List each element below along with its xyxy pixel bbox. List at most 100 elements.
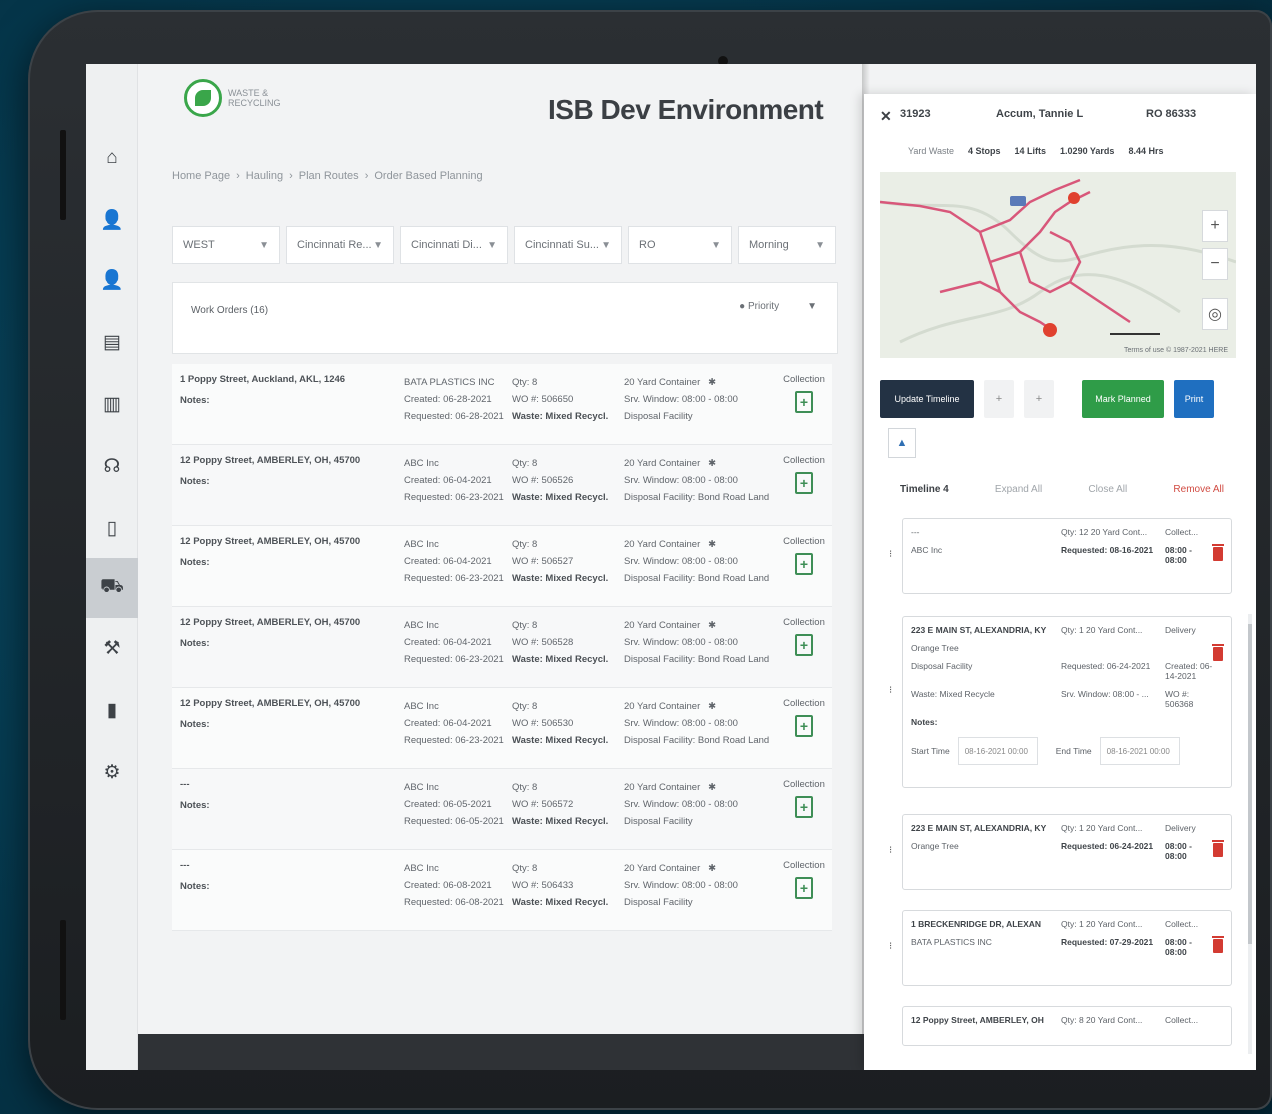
star-icon[interactable]: ✱ <box>708 620 716 631</box>
row-requested: Requested: 06-08-2021 <box>404 897 504 908</box>
row-address-cell: 12 Poppy Street, AMBERLEY, OH, 45700 Not… <box>172 607 400 687</box>
star-icon[interactable]: ✱ <box>708 701 716 712</box>
row-customer: ABC Inc <box>404 620 439 631</box>
table-row[interactable]: 12 Poppy Street, AMBERLEY, OH, 45700 Not… <box>172 688 832 769</box>
update-timeline-button[interactable]: Update Timeline <box>880 380 974 418</box>
drag-handle-icon[interactable]: ⁝ <box>889 941 892 952</box>
row-created: Created: 06-04-2021 <box>404 637 492 648</box>
main-content: WASTE & RECYCLING ISB Dev Environment Hom… <box>138 64 864 1034</box>
mark-planned-button[interactable]: Mark Planned <box>1082 380 1164 418</box>
drag-handle-icon[interactable]: ⁝ <box>889 845 892 856</box>
district-select[interactable]: Cincinnati Di... ▼ <box>400 226 508 264</box>
users-group-icon[interactable]: ⚙ <box>98 758 126 786</box>
zoom-in-button[interactable]: + <box>1202 210 1228 242</box>
row-customer: BATA PLASTICS INC <box>404 377 495 388</box>
timeline-card[interactable]: ⁝ --- Qty: 12 20 Yard Cont... Collect...… <box>889 518 1232 594</box>
row-customer-cell: BATA PLASTICS INC Created: 06-28-2021 Re… <box>400 364 508 444</box>
row-container: 20 Yard Container ✱ <box>624 782 717 793</box>
delete-icon[interactable] <box>1212 644 1224 661</box>
row-requested: Requested: 06-05-2021 <box>404 816 504 827</box>
table-row[interactable]: 12 Poppy Street, AMBERLEY, OH, 45700 Not… <box>172 445 832 526</box>
user-settings-icon[interactable]: 👤 <box>98 206 126 234</box>
delete-icon[interactable] <box>1212 840 1224 857</box>
row-type-cell: Collection + <box>776 445 832 525</box>
line-of-business-select[interactable]: RO ▼ <box>628 226 732 264</box>
shift-select[interactable]: Morning ▼ <box>738 226 836 264</box>
row-created: Created: 06-04-2021 <box>404 556 492 567</box>
star-icon[interactable]: ✱ <box>708 782 716 793</box>
delete-icon[interactable] <box>1212 544 1224 561</box>
clipboard-user-icon[interactable]: ▥ <box>98 390 126 418</box>
add-to-route-icon[interactable]: + <box>795 472 813 494</box>
document-icon[interactable]: ▤ <box>98 328 126 356</box>
move-down-button[interactable]: + <box>1024 380 1054 418</box>
route-map[interactable]: + − ◎ Terms of use © 1987-2021 HERE <box>880 172 1236 358</box>
add-to-route-icon[interactable]: + <box>795 796 813 818</box>
table-row[interactable]: 12 Poppy Street, AMBERLEY, OH, 45700 Not… <box>172 526 832 607</box>
row-customer: ABC Inc <box>404 701 439 712</box>
print-button[interactable]: Print <box>1174 380 1214 418</box>
star-icon[interactable]: ✱ <box>708 458 716 469</box>
route-code: RO 86333 <box>1146 108 1197 120</box>
drawer-scrollbar[interactable] <box>1248 614 1252 1054</box>
truck-icon[interactable]: ⛟ <box>86 558 138 618</box>
row-qty: Qty: 8 <box>512 620 538 631</box>
close-icon[interactable]: ✕ <box>880 108 900 125</box>
row-customer: ABC Inc <box>404 782 439 793</box>
breadcrumb-home[interactable]: Home Page <box>172 170 230 182</box>
volume-button <box>60 130 66 220</box>
market-select[interactable]: Cincinnati Re... ▼ <box>286 226 394 264</box>
table-row[interactable]: 12 Poppy Street, AMBERLEY, OH, 45700 Not… <box>172 607 832 688</box>
locate-button[interactable]: ◎ <box>1202 298 1228 330</box>
row-waste: Waste: Mixed Recycl. <box>512 573 609 584</box>
add-to-route-icon[interactable]: + <box>795 634 813 656</box>
row-created: Created: 06-08-2021 <box>404 880 492 891</box>
upload-icon[interactable]: ▲ <box>888 428 916 458</box>
add-to-route-icon[interactable]: + <box>795 391 813 413</box>
add-to-route-icon[interactable]: + <box>795 715 813 737</box>
timeline-card[interactable]: ⁝ 1 BRECKENRIDGE DR, ALEXAN Qty: 1 20 Ya… <box>889 910 1232 986</box>
breadcrumb-plan-routes[interactable]: Plan Routes <box>299 170 359 182</box>
move-up-button[interactable]: + <box>984 380 1014 418</box>
card-qty: Qty: 8 20 Yard Cont... <box>1061 1015 1143 1025</box>
star-icon[interactable]: ✱ <box>708 863 716 874</box>
table-row[interactable]: --- Notes: ABC Inc Created: 06-05-2021 R… <box>172 769 832 850</box>
card-type: Collect... <box>1165 919 1199 929</box>
site-select[interactable]: Cincinnati Su... ▼ <box>514 226 622 264</box>
row-container-cell: 20 Yard Container ✱ Srv. Window: 08:00 -… <box>620 364 776 444</box>
add-to-route-icon[interactable]: + <box>795 553 813 575</box>
region-select[interactable]: WEST ▼ <box>172 226 280 264</box>
timeline-card-expanded[interactable]: ⁝ 223 E MAIN ST, ALEXANDRIA, KY Qty: 1 2… <box>889 616 1232 788</box>
start-time-input[interactable]: 08-16-2021 00:00 <box>957 737 1038 765</box>
table-row[interactable]: --- Notes: ABC Inc Created: 06-08-2021 R… <box>172 850 832 931</box>
row-container: 20 Yard Container ✱ <box>624 458 717 469</box>
delete-icon[interactable] <box>1212 936 1224 953</box>
table-row[interactable]: 1 Poppy Street, Auckland, AKL, 1246 Note… <box>172 364 832 445</box>
star-icon[interactable]: ✱ <box>708 377 716 388</box>
end-time-input[interactable]: 08-16-2021 00:00 <box>1099 737 1180 765</box>
close-all-link[interactable]: Close All <box>1088 484 1127 495</box>
card-type: Delivery <box>1165 625 1196 635</box>
add-to-route-icon[interactable]: + <box>795 877 813 899</box>
screen: ⌂ 👤 👤 ▤ ▥ ☊ ▯ ⛟ ⚒ ▮ ⚙ WASTE & RECYCLING I… <box>86 64 1256 1070</box>
timeline-card[interactable]: 12 Poppy Street, AMBERLEY, OH Qty: 8 20 … <box>902 1006 1232 1046</box>
expand-all-link[interactable]: Expand All <box>995 484 1042 495</box>
card-window: Srv. Window: 08:00 - ... <box>1061 689 1149 699</box>
file-icon[interactable]: ▯ <box>98 514 126 542</box>
trash-can-icon[interactable]: ▮ <box>98 696 126 724</box>
star-icon[interactable]: ✱ <box>708 539 716 550</box>
chevron-down-icon: ▼ <box>373 239 383 251</box>
power-button <box>60 920 66 1020</box>
timeline-card[interactable]: ⁝ 223 E MAIN ST, ALEXANDRIA, KY Qty: 1 2… <box>889 814 1232 890</box>
headset-icon[interactable]: ☊ <box>98 452 126 480</box>
time-row: Start Time 08-16-2021 00:00 End Time 08-… <box>911 737 1223 765</box>
drag-handle-icon[interactable]: ⁝ <box>889 685 892 696</box>
home-icon[interactable]: ⌂ <box>98 144 126 172</box>
priority-sort[interactable]: ● Priority ▼ <box>739 301 817 312</box>
add-user-icon[interactable]: 👤 <box>98 266 126 294</box>
breadcrumb-hauling[interactable]: Hauling <box>246 170 283 182</box>
zoom-out-button[interactable]: − <box>1202 248 1228 280</box>
hammer-icon[interactable]: ⚒ <box>98 634 126 662</box>
drag-handle-icon[interactable]: ⁝ <box>889 549 892 560</box>
remove-all-link[interactable]: Remove All <box>1173 484 1224 495</box>
